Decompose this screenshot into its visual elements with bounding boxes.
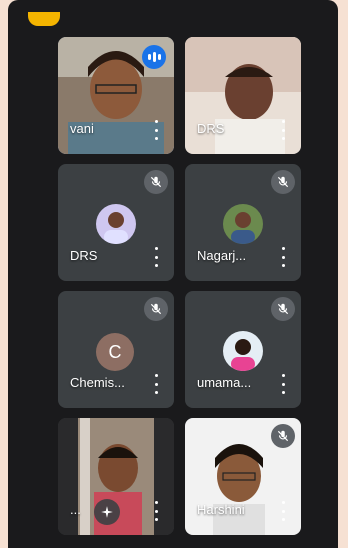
mic-off-icon	[271, 424, 295, 448]
avatar	[223, 331, 263, 371]
participant-name: Harshini	[197, 502, 245, 517]
sparkle-effects-icon[interactable]	[94, 499, 120, 525]
more-vert-icon[interactable]	[150, 247, 162, 267]
more-vert-icon[interactable]	[277, 120, 289, 140]
more-vert-icon[interactable]	[150, 120, 162, 140]
participant-tile-chemis[interactable]: C Chemis...	[58, 291, 174, 408]
more-vert-icon[interactable]	[150, 501, 162, 521]
mic-off-icon	[271, 170, 295, 194]
avatar-letter: C	[96, 333, 134, 371]
more-vert-icon[interactable]	[277, 374, 289, 394]
participant-name: DRS	[197, 121, 225, 136]
avatar	[223, 204, 263, 244]
participant-name: vani	[70, 121, 94, 136]
participant-tile-nagarj[interactable]: Nagarj...	[185, 164, 301, 281]
avatar	[96, 204, 136, 244]
notification-chip[interactable]	[28, 12, 60, 26]
participant-tile-drs-video[interactable]: DRS	[185, 37, 301, 154]
participant-tile-harshini[interactable]: Harshini	[185, 418, 301, 535]
more-vert-icon[interactable]	[277, 247, 289, 267]
participant-name: Nagarj...	[197, 248, 247, 263]
participant-name: umama...	[197, 375, 252, 390]
meet-app-window: vani DRS DRS Nagarj... C Chemis... umama…	[8, 0, 338, 548]
mic-off-icon	[144, 297, 168, 321]
participant-tile-vani[interactable]: vani	[58, 37, 174, 154]
more-vert-icon[interactable]	[277, 501, 289, 521]
more-vert-icon[interactable]	[150, 374, 162, 394]
participant-name: DRS	[70, 248, 98, 263]
mic-off-icon	[271, 297, 295, 321]
participant-tile-umama[interactable]: umama...	[185, 291, 301, 408]
participant-tile-self[interactable]: ...	[58, 418, 174, 535]
participant-name: ...	[70, 502, 81, 517]
mic-off-icon	[144, 170, 168, 194]
participant-name: Chemis...	[70, 375, 125, 390]
audio-level-icon	[142, 45, 166, 69]
participant-tile-drs[interactable]: DRS	[58, 164, 174, 281]
